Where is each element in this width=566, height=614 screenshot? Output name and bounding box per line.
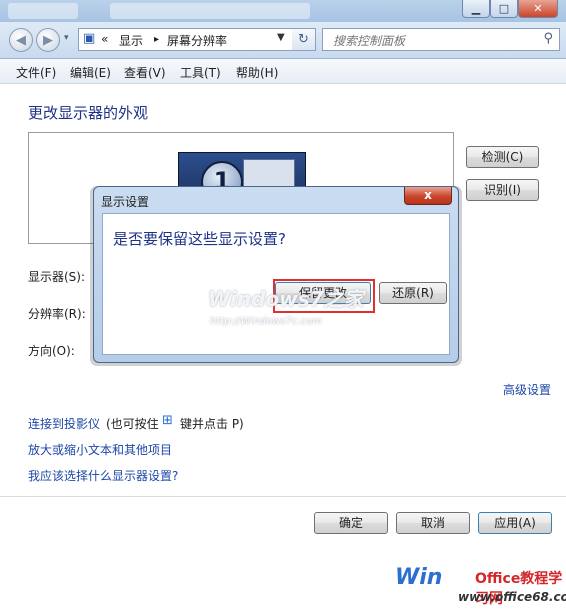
search-input[interactable] [331,30,535,51]
refresh-icon[interactable]: ↻ [292,28,316,51]
orientation-label: 方向(O): [28,344,75,358]
menu-view[interactable]: 查看(V) [124,64,166,81]
close-icon[interactable]: ✕ [518,0,558,18]
detect-button[interactable]: 检测(C) [466,146,539,168]
which-settings-link[interactable]: 我应该选择什么显示器设置? [28,467,178,484]
menu-file[interactable]: 文件(F) [16,64,56,81]
breadcrumb-resolution[interactable]: 屏幕分辨率 [167,32,227,49]
navigation-bar: ◀ ▶ ▾ ▣ « 显示 ▸ 屏幕分辨率 ▼ ↻ ⚲ [0,22,566,59]
dialog-title: 显示设置 [101,195,150,209]
cancel-button[interactable]: 取消 [396,512,470,534]
breadcrumb-display[interactable]: 显示 [119,32,143,49]
back-arrow-icon[interactable]: ◀ [9,28,33,52]
address-dropdown-icon[interactable]: ▼ [277,32,285,43]
maximize-icon[interactable]: □ [490,0,518,18]
corner-site-url: www.office68.com [458,590,566,604]
advanced-settings-link[interactable]: 高级设置 [503,381,551,398]
identify-button[interactable]: 识别(I) [466,179,539,201]
background-tab [110,3,310,19]
background-tab [8,3,78,19]
apply-button[interactable]: 应用(A) [478,512,552,534]
center-watermark-url: http://Windows7c.com [210,316,322,327]
ok-button[interactable]: 确定 [314,512,388,534]
address-prefix: « [101,32,109,46]
control-panel-icon: ▣ [83,31,96,46]
display-settings-dialog: 显示设置 x 是否要保留这些显示设置? 保留更改 还原(R) [93,186,459,363]
resolution-label: 分辨率(R): [28,307,86,321]
menu-bar: 文件(F) 编辑(E) 查看(V) 工具(T) 帮助(H) [0,59,566,84]
history-dropdown-icon[interactable]: ▾ [64,33,69,43]
dialog-close-icon[interactable]: x [404,187,452,205]
footer-divider [0,496,566,497]
windows-logo-icon: ⊞ [162,413,173,428]
projector-hint-after: 键并点击 P) [180,417,244,431]
search-icon[interactable]: ⚲ [543,31,553,46]
connect-projector-link[interactable]: 连接到投影仪 [28,415,100,432]
corner-logo: Win [395,565,443,590]
center-watermark: Windows7之家 [208,287,364,311]
forward-arrow-icon[interactable]: ▶ [36,28,60,52]
minimize-icon[interactable]: ▁ [462,0,490,18]
projector-hint-before: (也可按住 [106,417,159,431]
page-title: 更改显示器的外观 [28,104,149,122]
display-label: 显示器(S): [28,270,86,284]
menu-help[interactable]: 帮助(H) [236,64,278,81]
window-titlebar: ▁ □ ✕ [0,0,566,23]
menu-tools[interactable]: 工具(T) [180,64,221,81]
breadcrumb-separator: ▸ [154,34,160,45]
dialog-question: 是否要保留这些显示设置? [113,230,286,248]
revert-button[interactable]: 还原(R) [379,282,447,304]
address-bar[interactable]: ▣ « 显示 ▸ 屏幕分辨率 ▼ [78,28,316,51]
menu-edit[interactable]: 编辑(E) [70,64,111,81]
search-box[interactable]: ⚲ [322,28,560,51]
zoom-text-link[interactable]: 放大或缩小文本和其他项目 [28,441,172,458]
